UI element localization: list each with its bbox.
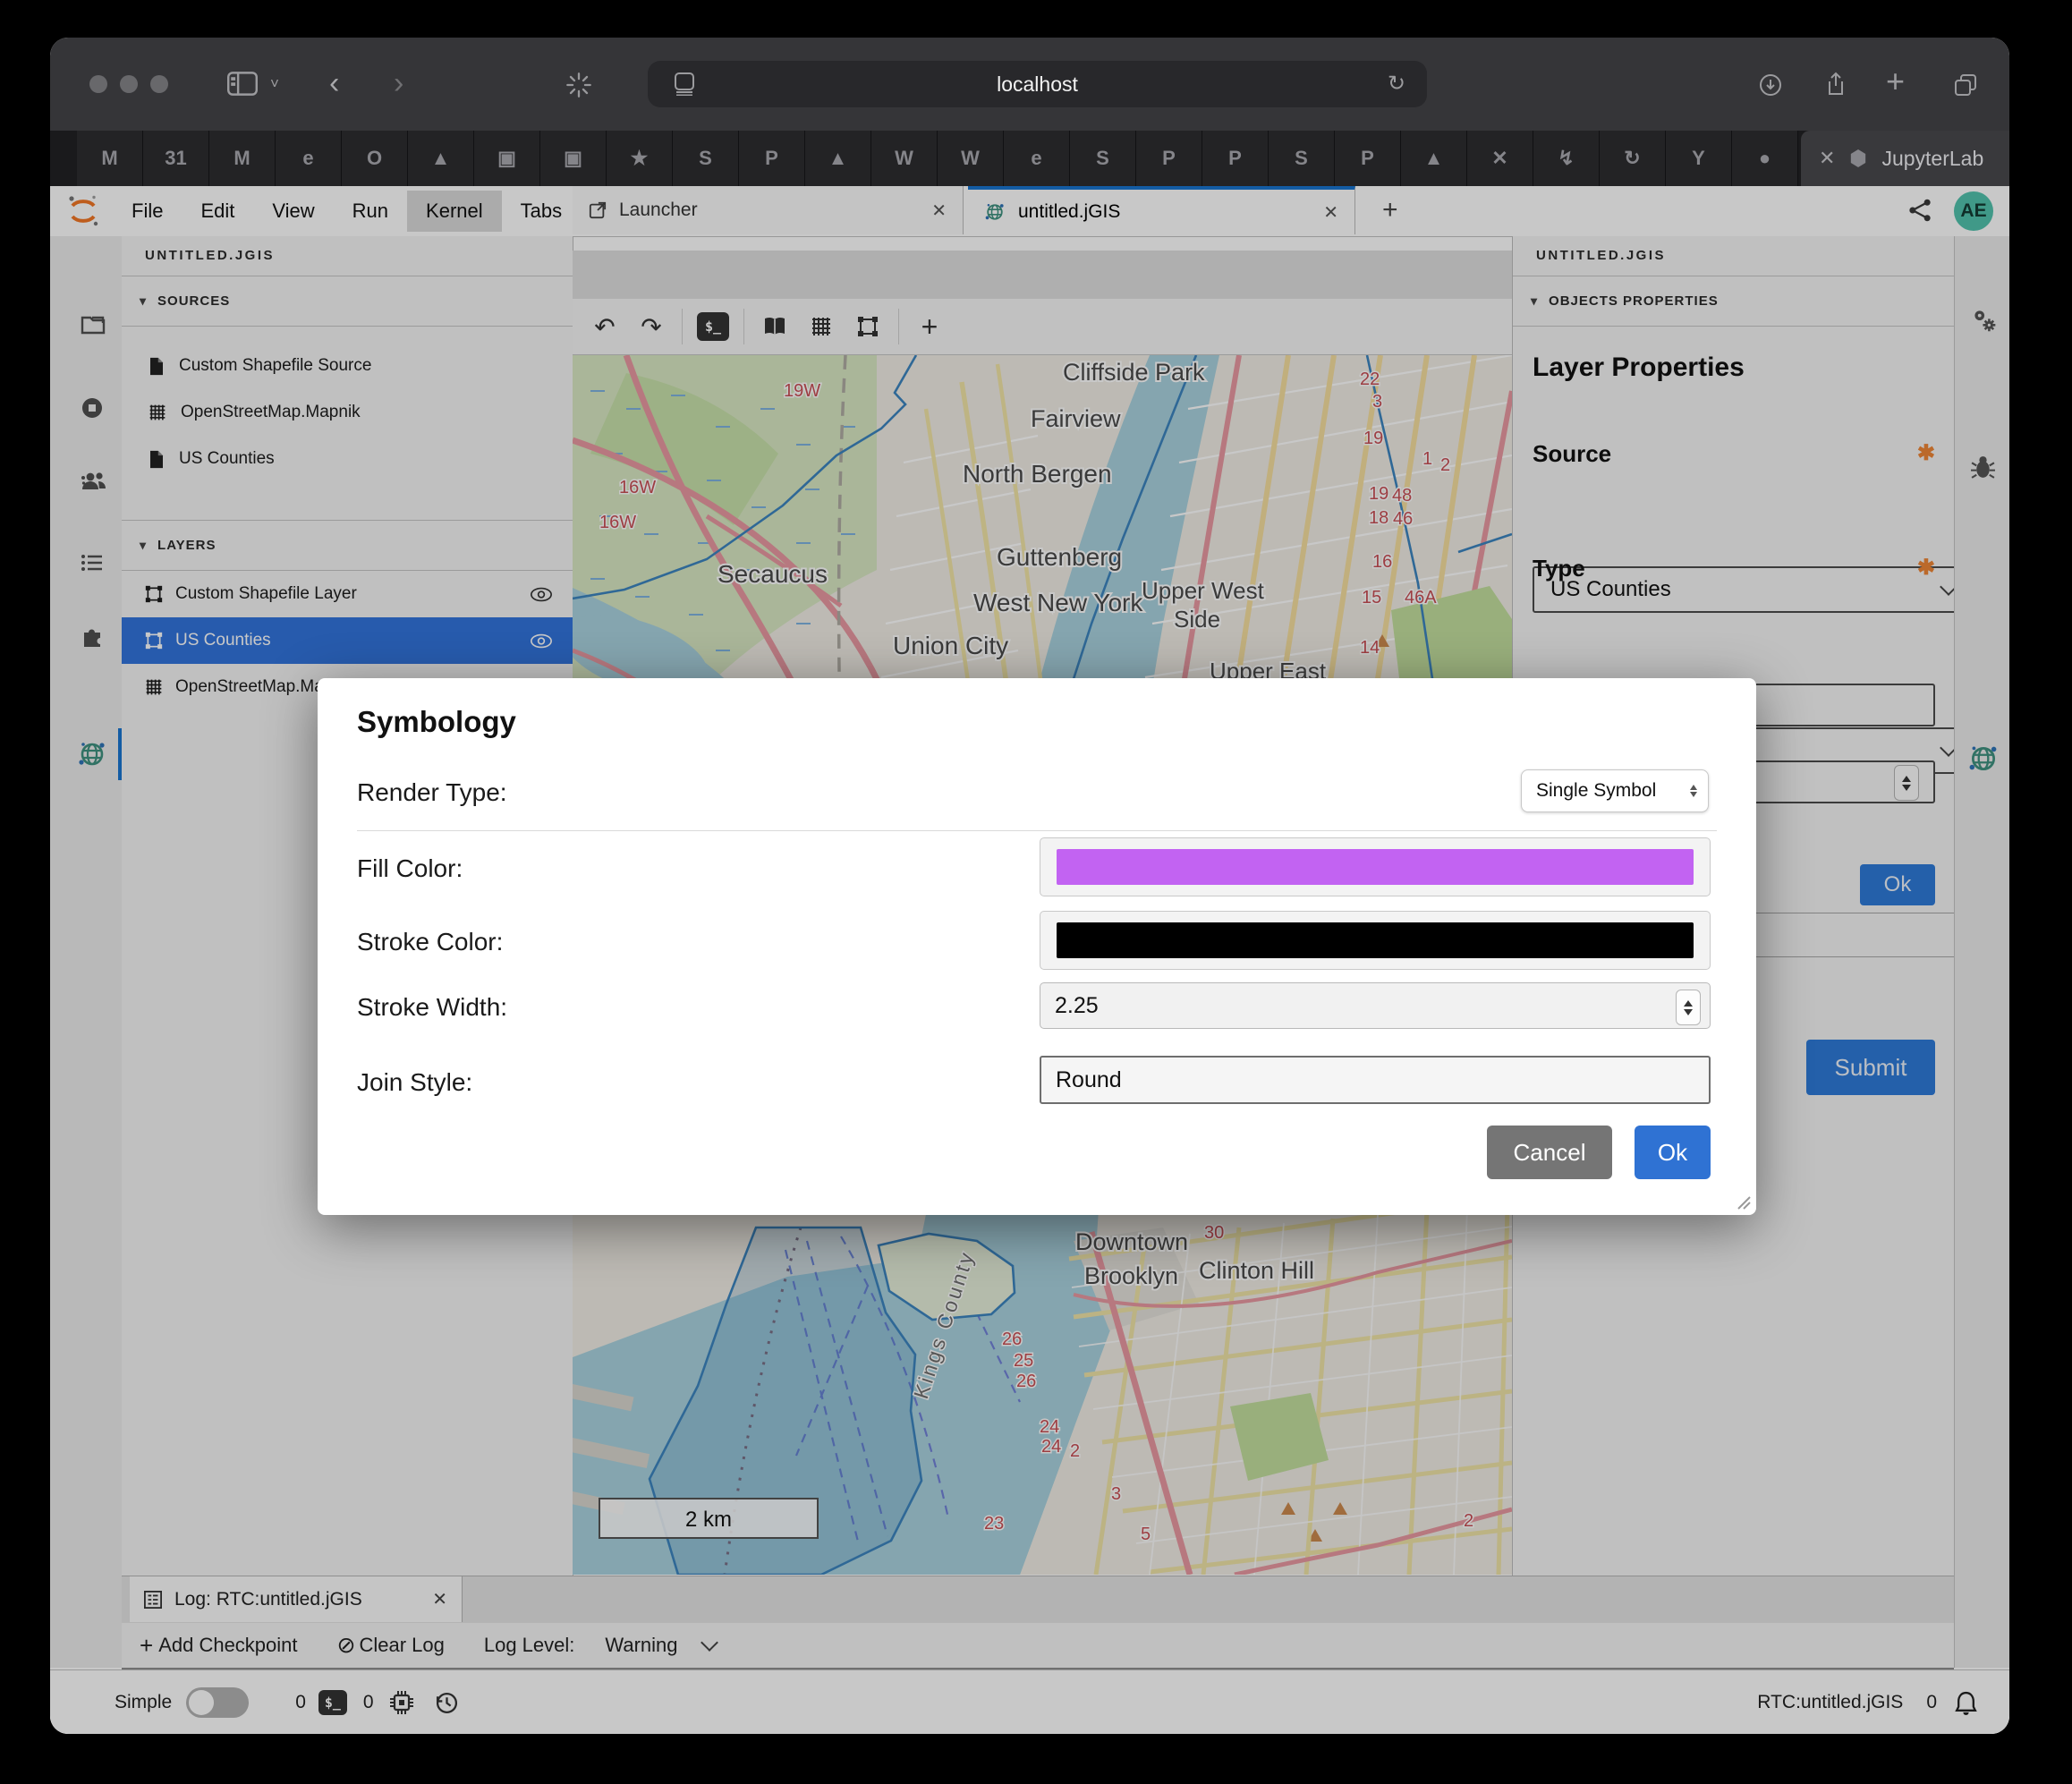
tab-overview-icon[interactable]	[1954, 73, 1977, 97]
pinned-tab-favicon[interactable]: ▲	[408, 131, 474, 186]
pinned-tab-favicon[interactable]: ▣	[474, 131, 540, 186]
stepper-buttons[interactable]	[1676, 990, 1701, 1025]
resize-handle[interactable]	[1735, 1194, 1751, 1210]
fill-color-input[interactable]	[1040, 837, 1711, 896]
pinned-tabs: M31MeO▲▣▣★SP▲WWeSPPSP▲✕↯↻Y●	[77, 131, 1798, 186]
pinned-tab-favicon[interactable]: P	[1136, 131, 1202, 186]
pinned-tab-favicon[interactable]: ★	[607, 131, 673, 186]
ok-label: Ok	[1658, 1139, 1687, 1167]
sidebar-toggle-icon[interactable]	[227, 72, 258, 96]
traffic-light-zoom[interactable]	[150, 75, 168, 93]
pinned-tab-favicon[interactable]: ▲	[1401, 131, 1467, 186]
pinned-tab-favicon[interactable]: Y	[1666, 131, 1732, 186]
fill-color-swatch[interactable]	[1057, 849, 1694, 885]
render-type-select[interactable]: Single Symbol	[1521, 769, 1709, 812]
pinned-tab-favicon[interactable]: ↯	[1533, 131, 1600, 186]
select-stepper-icon	[1690, 785, 1697, 797]
cancel-button[interactable]: Cancel	[1487, 1126, 1612, 1179]
pinned-tab-favicon[interactable]: S	[673, 131, 739, 186]
reload-icon[interactable]: ↻	[1388, 71, 1405, 97]
join-style-value: Round	[1056, 1067, 1122, 1093]
pinned-tab-favicon[interactable]: P	[1335, 131, 1401, 186]
url-bar[interactable]: localhost ↻	[648, 61, 1427, 107]
dialog-divider	[357, 830, 1717, 831]
browser-tab-label: JupyterLab	[1881, 147, 1983, 171]
forward-button[interactable]: ›	[394, 66, 403, 101]
fill-color-label: Fill Color:	[357, 854, 463, 883]
pinned-tab-favicon[interactable]: ↻	[1600, 131, 1666, 186]
pinned-tab-favicon[interactable]: W	[871, 131, 938, 186]
render-type-label: Render Type:	[357, 778, 507, 807]
pinned-tab-favicon[interactable]: S	[1070, 131, 1136, 186]
jupyter-hexagon-icon	[1849, 149, 1867, 168]
pinned-tab-favicon[interactable]: S	[1269, 131, 1335, 186]
pinned-tab-favicon[interactable]: P	[1202, 131, 1269, 186]
dialog-ok-button[interactable]: Ok	[1635, 1126, 1711, 1179]
stroke-width-input[interactable]: 2.25	[1040, 982, 1711, 1029]
pinned-tab-favicon[interactable]: W	[938, 131, 1004, 186]
new-tab-icon[interactable]: +	[1886, 63, 1905, 100]
stroke-color-swatch[interactable]	[1057, 922, 1694, 958]
cancel-label: Cancel	[1514, 1139, 1586, 1167]
stroke-width-label: Stroke Width:	[357, 993, 507, 1022]
symbology-dialog: Symbology Render Type: Single Symbol Fil…	[318, 678, 1756, 1215]
stroke-color-label: Stroke Color:	[357, 928, 503, 956]
pinned-tab-favicon[interactable]: ●	[1732, 131, 1798, 186]
pinned-tab-favicon[interactable]: e	[1004, 131, 1070, 186]
pinned-tab-favicon[interactable]: M	[77, 131, 143, 186]
pinned-tab-favicon[interactable]: e	[276, 131, 342, 186]
traffic-light-minimize[interactable]	[120, 75, 138, 93]
close-tab-icon[interactable]: ✕	[1819, 147, 1835, 170]
sidebar-chevron-icon[interactable]: ˅	[270, 75, 279, 93]
pinned-tab-favicon[interactable]: P	[739, 131, 805, 186]
pinned-tab-favicon[interactable]: ▣	[540, 131, 607, 186]
browser-window: ˅ ‹ › localhost ↻ + M31MeO▲▣▣★SP▲WWeSPPS…	[50, 38, 2009, 1734]
traffic-light-close[interactable]	[89, 75, 107, 93]
join-style-select[interactable]: Round	[1040, 1056, 1711, 1104]
browser-tab-bar: M31MeO▲▣▣★SP▲WWeSPPSP▲✕↯↻Y● ✕ JupyterLab	[50, 131, 2009, 186]
pinned-tab-favicon[interactable]: ✕	[1467, 131, 1533, 186]
browser-toolbar: ˅ ‹ › localhost ↻ +	[50, 38, 2009, 131]
pinned-tab-favicon[interactable]: O	[342, 131, 408, 186]
reader-icon[interactable]	[675, 72, 694, 96]
screenshot-root: ˅ ‹ › localhost ↻ + M31MeO▲▣▣★SP▲WWeSPPS…	[0, 0, 2072, 1784]
share-icon[interactable]	[1825, 72, 1847, 97]
stroke-width-value: 2.25	[1055, 993, 1099, 1019]
pinned-tab-favicon[interactable]: ▲	[805, 131, 871, 186]
dialog-title: Symbology	[357, 705, 516, 739]
loading-spinner-icon	[565, 72, 592, 98]
back-button[interactable]: ‹	[329, 66, 339, 101]
pinned-tab-favicon[interactable]: M	[209, 131, 276, 186]
stroke-color-input[interactable]	[1040, 911, 1711, 970]
render-type-value: Single Symbol	[1536, 780, 1656, 802]
join-style-label: Join Style:	[357, 1068, 472, 1097]
active-browser-tab[interactable]: ✕ JupyterLab	[1801, 131, 2009, 186]
pinned-tab-favicon[interactable]: 31	[143, 131, 209, 186]
downloads-icon[interactable]	[1759, 73, 1782, 97]
url-text: localhost	[997, 72, 1078, 97]
